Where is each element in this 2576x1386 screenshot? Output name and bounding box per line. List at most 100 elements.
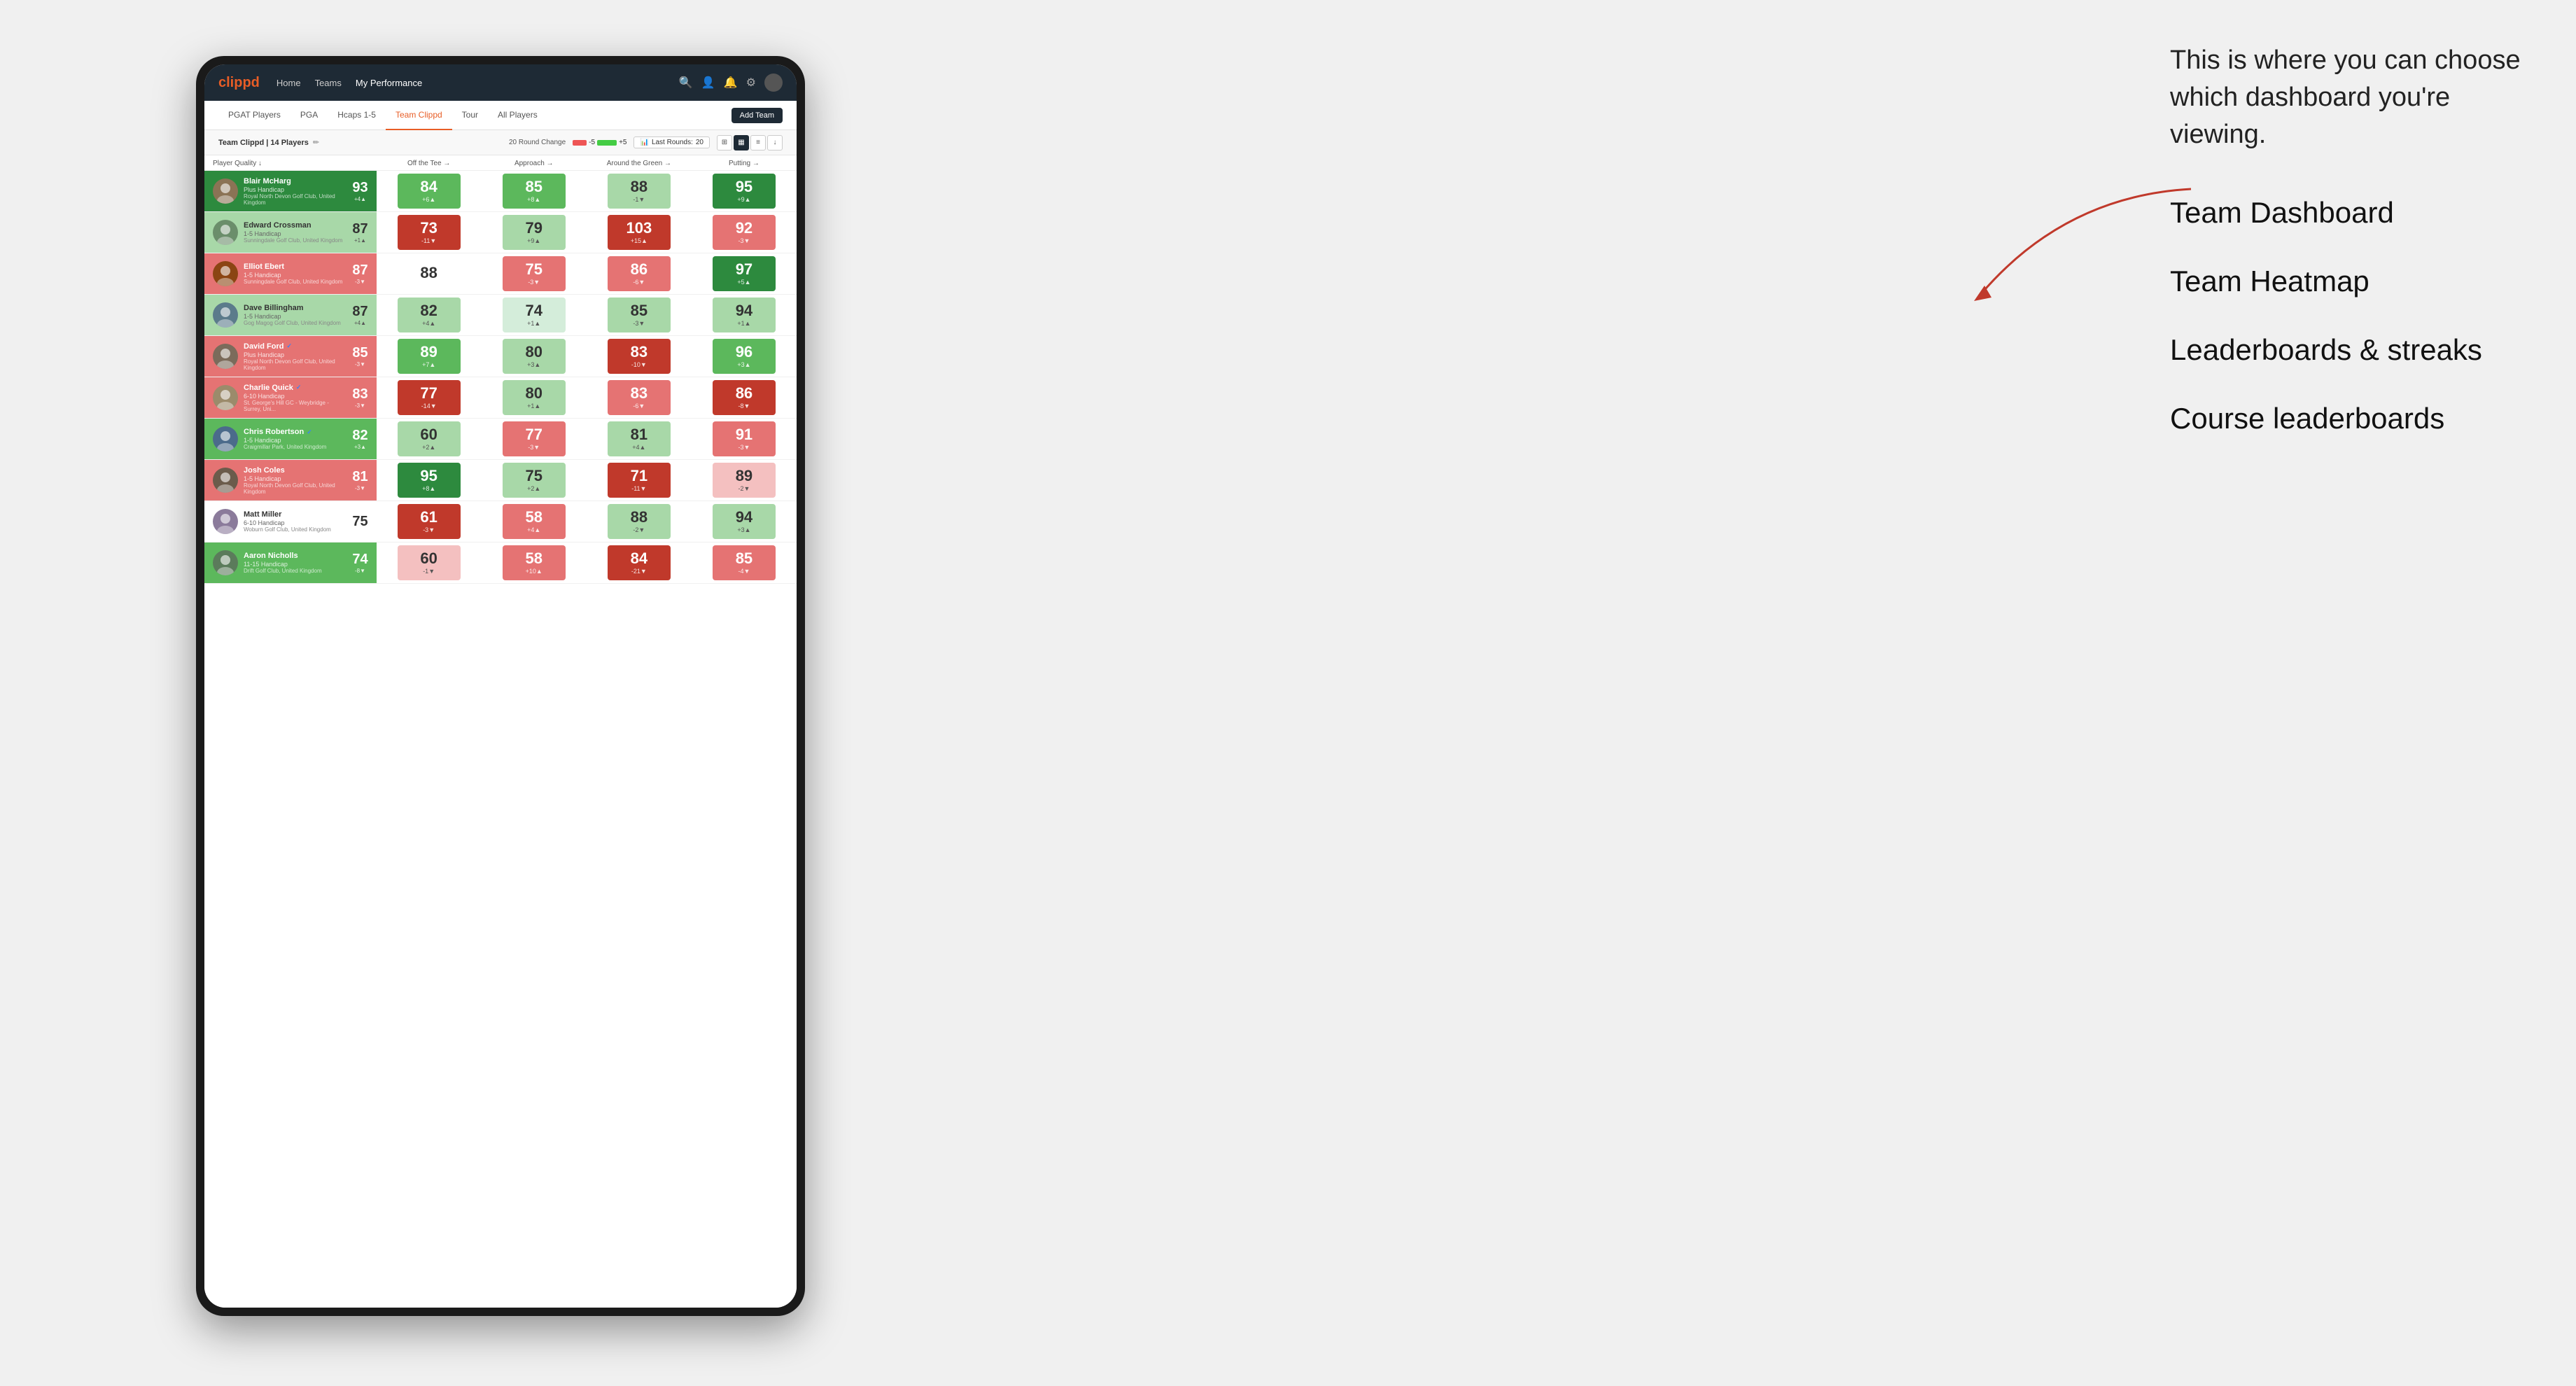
last-rounds-button[interactable]: 📊 Last Rounds: 20	[634, 136, 710, 148]
stat-cell-4: 95 +9▲	[692, 171, 797, 212]
player-info: Edward Crossman 1-5 Handicap Sunningdale…	[244, 221, 342, 244]
stat-box: 75 -3▼	[503, 256, 566, 291]
stat-box: 89 -2▼	[713, 463, 776, 498]
stat-change: +3▲	[527, 361, 540, 368]
player-avatar	[213, 261, 238, 286]
grid-view-button[interactable]: ⊞	[717, 135, 732, 150]
stat-cell-4: 91 -3▼	[692, 419, 797, 460]
round-change-label: 20 Round Change	[509, 139, 566, 146]
player-quality-value: 87 -3▼	[352, 262, 368, 285]
profile-icon[interactable]: 👤	[701, 76, 715, 90]
avatar-icon	[213, 261, 238, 286]
player-cell[interactable]: Elliot Ebert 1-5 Handicap Sunningdale Go…	[204, 253, 377, 295]
player-quality-value: 74 -8▼	[352, 552, 368, 574]
search-icon[interactable]: 🔍	[679, 76, 693, 90]
stat-value: 60	[420, 427, 437, 442]
player-cell[interactable]: Edward Crossman 1-5 Handicap Sunningdale…	[204, 212, 377, 253]
player-club: Drift Golf Club, United Kingdom	[244, 568, 322, 574]
stat-change: +9▲	[737, 196, 750, 203]
verified-icon: ✓	[296, 384, 302, 391]
stat-change: -3▼	[528, 444, 540, 451]
sub-nav-tour[interactable]: Tour	[452, 101, 488, 130]
stat-cell-2: 80 +3▲	[482, 336, 587, 377]
player-cell[interactable]: Dave Billingham 1-5 Handicap Gog Magog G…	[204, 295, 377, 336]
player-quality-value: 83 -3▼	[352, 386, 368, 409]
stat-cell-3: 103 +15▲	[587, 212, 692, 253]
player-cell[interactable]: Blair McHarg Plus Handicap Royal North D…	[204, 171, 377, 212]
stat-value: 88	[631, 179, 648, 195]
player-handicap: 1-5 Handicap	[244, 272, 342, 279]
stat-change: -3▼	[738, 444, 750, 451]
nav-link-my-performance[interactable]: My Performance	[356, 75, 422, 91]
sub-nav-pgat[interactable]: PGAT Players	[218, 101, 290, 130]
stat-cell-1: 60 +2▲	[377, 419, 482, 460]
stat-value: 86	[736, 386, 752, 401]
sub-nav-all-players[interactable]: All Players	[488, 101, 547, 130]
stat-cell-4: 86 -8▼	[692, 377, 797, 419]
nav-bar: clippd Home Teams My Performance 🔍 👤 🔔 ⚙	[204, 64, 797, 101]
table-row: Josh Coles 1-5 Handicap Royal North Devo…	[204, 460, 797, 501]
player-avatar	[213, 344, 238, 369]
stat-value: 77	[526, 427, 542, 442]
nav-link-home[interactable]: Home	[276, 75, 301, 91]
edit-icon[interactable]: ✏	[313, 138, 319, 147]
download-button[interactable]: ↓	[767, 135, 783, 150]
stat-box: 79 +9▲	[503, 215, 566, 250]
stat-cell-2: 74 +1▲	[482, 295, 587, 336]
verified-icon: ✓	[286, 342, 292, 350]
player-cell[interactable]: Charlie Quick ✓ 6-10 Handicap St. George…	[204, 377, 377, 419]
player-cell[interactable]: Aaron Nicholls 11-15 Handicap Drift Golf…	[204, 542, 377, 584]
stat-box: 81 +4▲	[608, 421, 671, 456]
positive-bar	[597, 140, 617, 146]
stat-value: 88	[420, 265, 437, 281]
stat-cell-1: 84 +6▲	[377, 171, 482, 212]
stat-change: -1▼	[423, 568, 435, 575]
sub-nav-pga[interactable]: PGA	[290, 101, 328, 130]
stat-box: 89 +7▲	[398, 339, 461, 374]
avatar-icon	[213, 344, 238, 369]
team-name-label: Team Clippd | 14 Players	[218, 139, 309, 147]
data-table-area: Player Quality ↓ Off the Tee → Approach …	[204, 155, 797, 1308]
add-team-button[interactable]: Add Team	[732, 108, 783, 123]
heatmap-view-button[interactable]: ▦	[734, 135, 749, 150]
stat-cell-1: 61 -3▼	[377, 501, 482, 542]
settings-icon[interactable]: ⚙	[746, 76, 756, 90]
player-name: Aaron Nicholls	[244, 552, 322, 560]
player-cell[interactable]: Matt Miller 6-10 Handicap Woburn Golf Cl…	[204, 501, 377, 542]
user-avatar[interactable]	[764, 74, 783, 92]
stat-cell-3: 84 -21▼	[587, 542, 692, 584]
stat-cell-1: 60 -1▼	[377, 542, 482, 584]
stat-box: 77 -14▼	[398, 380, 461, 415]
stat-box: 60 +2▲	[398, 421, 461, 456]
notification-icon[interactable]: 🔔	[724, 76, 738, 90]
player-avatar	[213, 178, 238, 204]
stat-change: +15▲	[631, 237, 648, 244]
stat-value: 80	[526, 344, 542, 360]
stat-cell-4: 96 +3▲	[692, 336, 797, 377]
stat-value: 74	[526, 303, 542, 318]
nav-link-teams[interactable]: Teams	[315, 75, 342, 91]
player-name: Matt Miller	[244, 510, 331, 519]
annotation-item-4: Course leaderboards	[2170, 402, 2534, 435]
player-cell[interactable]: Chris Robertson ✓ 1-5 Handicap Craigmill…	[204, 419, 377, 460]
stat-change: +1▲	[527, 320, 540, 327]
player-club: Royal North Devon Golf Club, United King…	[244, 193, 346, 206]
last-rounds-label: Last Rounds:	[652, 139, 693, 146]
stat-change: +5▲	[737, 279, 750, 286]
player-cell[interactable]: David Ford ✓ Plus Handicap Royal North D…	[204, 336, 377, 377]
list-view-button[interactable]: ≡	[750, 135, 766, 150]
stat-value: 77	[420, 386, 437, 401]
player-handicap: Plus Handicap	[244, 351, 346, 358]
table-row: David Ford ✓ Plus Handicap Royal North D…	[204, 336, 797, 377]
annotation-item-1: Team Dashboard	[2170, 196, 2534, 230]
player-name: Chris Robertson ✓	[244, 428, 326, 436]
player-name: Charlie Quick ✓	[244, 384, 346, 392]
sub-nav-hcaps[interactable]: Hcaps 1-5	[328, 101, 386, 130]
stat-box: 83 -10▼	[608, 339, 671, 374]
sub-nav-team-clippd[interactable]: Team Clippd	[386, 101, 452, 130]
stat-change: -6▼	[633, 402, 645, 410]
player-handicap: 6-10 Handicap	[244, 519, 331, 526]
stat-value: 84	[631, 551, 648, 566]
player-cell[interactable]: Josh Coles 1-5 Handicap Royal North Devo…	[204, 460, 377, 501]
player-quality-value: 85 -3▼	[352, 345, 368, 368]
